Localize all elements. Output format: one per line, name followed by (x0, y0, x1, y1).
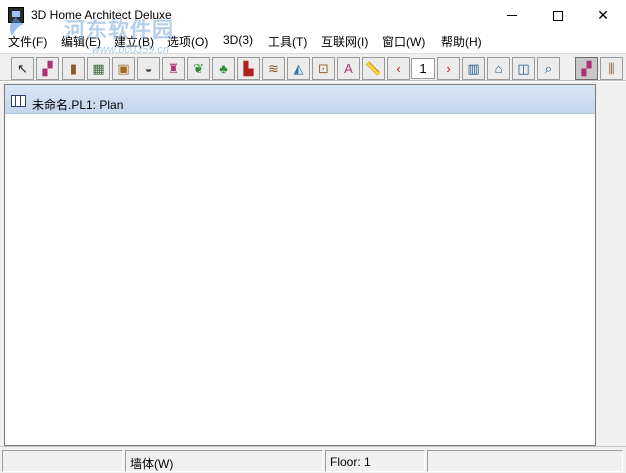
electrical-outlet-tool-button[interactable]: ⊡ (312, 57, 335, 80)
cabinet-icon: ▣ (117, 61, 130, 76)
stairs-icon: ≋ (268, 61, 279, 76)
wall-tool-button[interactable]: ▞ (36, 57, 59, 80)
door-icon: ▮ (69, 61, 78, 76)
floor-down-icon: ‹ (396, 61, 401, 76)
plan-view-tool-button[interactable]: ▞ (575, 57, 598, 80)
stairs-tool-button[interactable]: ≋ (262, 57, 285, 80)
document-title-bar[interactable]: 未命名.PL1: Plan (5, 85, 595, 114)
tree-icon: ♣ (219, 61, 228, 76)
close-icon: ✕ (597, 7, 609, 23)
watermark-text: 河东软件园 (64, 17, 174, 42)
camera-view-icon: ◫ (517, 61, 530, 76)
tree-tool-button[interactable]: ♣ (212, 57, 235, 80)
fixture-tool-button[interactable]: ◒ (137, 57, 160, 80)
window-icon: ▦ (92, 61, 105, 76)
text-tool-button[interactable]: A (337, 57, 360, 80)
status-pane-tool: 墙体(W) (125, 450, 323, 472)
dimension-ruler-tool-button[interactable]: 📏 (362, 57, 385, 80)
minimize-button[interactable] (489, 0, 535, 31)
fixture-icon: ◒ (144, 61, 153, 76)
maximize-button[interactable] (535, 0, 581, 31)
floor-down-tool-button[interactable]: ‹ (387, 57, 410, 80)
menu-3d[interactable]: 3D(3) (223, 33, 253, 47)
floor-number-field[interactable]: 1 (411, 58, 435, 79)
camera-view-tool-button[interactable]: ◫ (512, 57, 535, 80)
mdi-workspace: 未命名.PL1: Plan (0, 82, 626, 446)
text-icon: A (344, 61, 353, 76)
plan-document-icon (11, 95, 26, 107)
menu-tools[interactable]: 工具(T) (268, 33, 307, 50)
select-arrow-icon: ↖ (17, 61, 28, 76)
watermark-logo (9, 17, 24, 36)
toolbar: 1 ↖ ▞ ▮ ▦ ▣ ◒ ♜ ❦ ♣ ▙ ≋ ◭ ⊡ A 📏 ‹ › ▥ ⌂ ◫ ⌕ ▞ ⫼ (0, 53, 626, 81)
floor-up-icon: › (446, 61, 451, 76)
roof-tool-button[interactable]: ◭ (287, 57, 310, 80)
zoom-icon: ⌕ (544, 61, 553, 76)
plan-document-window[interactable]: 未命名.PL1: Plan (4, 84, 596, 446)
floor-up-tool-button[interactable]: › (437, 57, 460, 80)
3d-perspective-icon: ⌂ (494, 61, 503, 76)
fireplace-tool-button[interactable]: ▙ (237, 57, 260, 80)
plan-drawing-canvas[interactable] (5, 114, 595, 445)
railing-icon: ⫼ (608, 61, 615, 76)
close-button[interactable]: ✕ (580, 0, 626, 31)
railing-tool-button[interactable]: ⫼ (600, 57, 623, 80)
roof-icon: ◭ (293, 61, 304, 76)
elevation-view-tool-button[interactable]: ▥ (462, 57, 485, 80)
dimension-ruler-icon: 📏 (365, 61, 382, 76)
status-pane-extra (427, 450, 623, 472)
furniture-chair-tool-button[interactable]: ♜ (162, 57, 185, 80)
menu-window[interactable]: 窗口(W) (382, 33, 425, 50)
status-pane-floor: Floor: 1 (325, 450, 425, 472)
status-pane-message (2, 450, 123, 472)
plan-view-icon: ▞ (581, 61, 592, 76)
fireplace-icon: ▙ (243, 61, 254, 76)
furniture-chair-icon: ♜ (167, 61, 180, 76)
3d-perspective-tool-button[interactable]: ⌂ (487, 57, 510, 80)
menu-help[interactable]: 帮助(H) (441, 33, 482, 50)
landscape-shrub-tool-button[interactable]: ❦ (187, 57, 210, 80)
zoom-tool-button[interactable]: ⌕ (537, 57, 560, 80)
maximize-icon (553, 10, 563, 21)
wall-icon: ▞ (42, 61, 53, 76)
cabinet-tool-button[interactable]: ▣ (112, 57, 135, 80)
menu-internet[interactable]: 互联网(I) (321, 33, 368, 50)
document-title: 未命名.PL1: Plan (32, 98, 124, 112)
elevation-view-icon: ▥ (467, 61, 480, 76)
select-arrow-tool-button[interactable]: ↖ (11, 57, 34, 80)
electrical-outlet-icon: ⊡ (318, 61, 329, 76)
status-bar: 墙体(W) Floor: 1 (0, 446, 626, 473)
minimize-icon (507, 15, 517, 16)
door-tool-button[interactable]: ▮ (62, 57, 85, 80)
window-tool-button[interactable]: ▦ (87, 57, 110, 80)
landscape-shrub-icon: ❦ (193, 61, 204, 76)
